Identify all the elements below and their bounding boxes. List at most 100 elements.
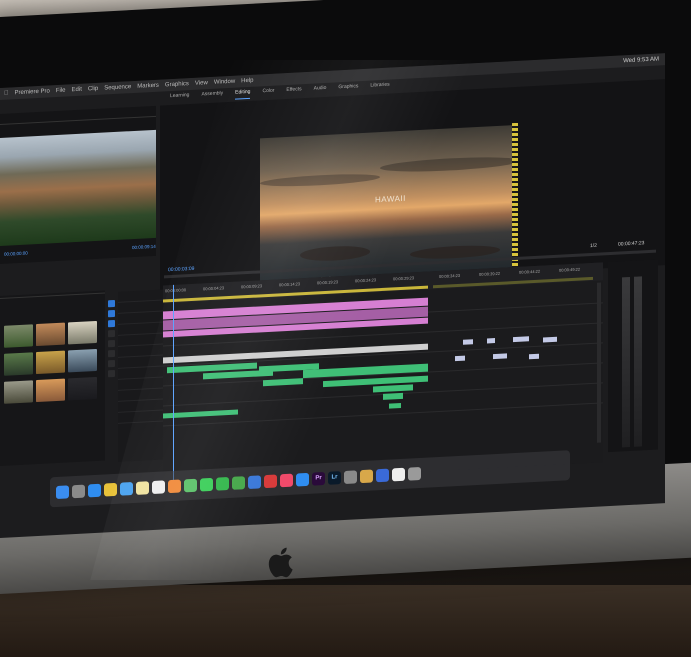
timeline-scrollbar[interactable]	[597, 282, 601, 443]
mail-icon[interactable]	[120, 481, 133, 496]
video-clip[interactable]	[463, 339, 473, 345]
track-select-tool-icon[interactable]	[108, 309, 115, 318]
downloads-icon[interactable]	[376, 468, 389, 482]
clip-thumbnail[interactable]	[68, 348, 97, 373]
video-clip[interactable]	[487, 338, 495, 344]
pen-tool-icon[interactable]	[108, 349, 115, 358]
clip-thumbnail[interactable]	[4, 324, 33, 348]
type-tool-icon[interactable]	[108, 369, 115, 378]
menu-item-help[interactable]: Help	[241, 78, 253, 85]
apple-logo-icon	[268, 547, 293, 578]
folder-icon[interactable]	[360, 468, 373, 483]
photos-icon[interactable]	[168, 479, 181, 493]
clip-thumbnail[interactable]	[36, 350, 65, 375]
menu-item-app[interactable]: Premiere Pro	[15, 88, 50, 96]
system-preferences-icon[interactable]	[344, 469, 357, 484]
work-area-bar-extension	[433, 276, 593, 289]
tab-libraries[interactable]: Libraries	[370, 82, 389, 93]
ruler-tick-label: 00:00:49:22	[559, 266, 581, 273]
ruler-tick-label: 00:00:29:23	[393, 275, 415, 282]
desk	[0, 585, 691, 657]
numbers-icon[interactable]	[232, 475, 245, 490]
menu-item-file[interactable]: File	[56, 88, 66, 95]
ripple-edit-tool-icon[interactable]	[108, 319, 115, 328]
audio-clip[interactable]	[383, 392, 403, 400]
playhead[interactable]	[173, 284, 174, 485]
safari-icon[interactable]	[88, 483, 101, 497]
facetime-icon[interactable]	[216, 476, 229, 491]
maps-icon[interactable]	[184, 478, 197, 492]
clip-thumbnail[interactable]	[4, 352, 33, 376]
tab-audio[interactable]: Audio	[314, 85, 327, 96]
keynote-icon[interactable]	[248, 474, 261, 489]
track-headers	[118, 289, 163, 462]
program-fit-select[interactable]: 1/2	[590, 243, 597, 249]
menu-item-clip[interactable]: Clip	[88, 86, 98, 93]
clip-thumbnail[interactable]	[4, 380, 33, 404]
music-icon[interactable]	[280, 473, 293, 487]
app-store-icon[interactable]	[296, 472, 309, 486]
project-panel-header[interactable]	[0, 290, 105, 299]
trash-icon[interactable]	[408, 466, 421, 481]
menu-item-window[interactable]: Window	[214, 79, 235, 86]
tab-assembly[interactable]: Assembly	[201, 90, 223, 101]
tab-color[interactable]: Color	[262, 88, 274, 99]
audio-meter-left	[622, 276, 630, 448]
lightroom-icon[interactable]: Lr	[328, 470, 341, 485]
video-clip[interactable]	[455, 355, 465, 362]
program-title-overlay: HAWAII	[375, 193, 406, 205]
tab-effects[interactable]: Effects	[286, 86, 301, 97]
project-panel	[0, 290, 105, 466]
source-monitor-header[interactable]	[0, 105, 156, 125]
finder-icon[interactable]	[56, 484, 69, 499]
clip-thumbnail[interactable]	[36, 322, 65, 347]
audio-clip[interactable]	[263, 378, 303, 387]
ruler-tick-label: 00:00:04:23	[203, 285, 225, 292]
clip-thumbnail[interactable]	[68, 320, 97, 345]
no-entry-icon[interactable]	[264, 473, 277, 488]
chrome-icon[interactable]	[104, 482, 117, 497]
menu-item-graphics[interactable]: Graphics	[165, 81, 189, 88]
menu-item-edit[interactable]: Edit	[72, 87, 82, 94]
video-clip[interactable]	[543, 336, 557, 343]
ruler-tick-label: 00:00:44:22	[519, 268, 541, 275]
ruler-tick-label: 00:00:34:23	[439, 272, 461, 279]
tab-graphics[interactable]: Graphics	[338, 83, 358, 94]
selection-tool-icon[interactable]	[108, 299, 115, 308]
file-icon[interactable]	[392, 467, 405, 481]
clip-thumbnail[interactable]	[68, 376, 97, 401]
apple-menu-icon[interactable]: 	[4, 91, 9, 97]
reminders-icon[interactable]	[152, 479, 165, 494]
launchpad-icon[interactable]	[72, 484, 85, 498]
video-clip[interactable]	[493, 353, 507, 360]
audio-clip[interactable]	[389, 402, 401, 409]
film-edge-marker	[512, 122, 518, 276]
source-timecode: 00:00:00:00	[4, 250, 28, 257]
ruler-tick-label: 00:00:19:23	[317, 279, 339, 286]
dock-icon-label: Lr	[331, 474, 338, 481]
tab-editing[interactable]: Editing	[235, 88, 251, 100]
ruler-tick-label: 00:00:09:23	[241, 283, 263, 290]
messages-icon[interactable]	[200, 477, 213, 492]
program-duration: 00:00:47:23	[618, 240, 645, 248]
ruler-tick-label: 00:00:24:23	[355, 277, 377, 284]
notes-icon[interactable]	[136, 480, 149, 495]
program-preview-frame: HAWAII	[260, 124, 516, 287]
hand-tool-icon[interactable]	[108, 359, 115, 368]
razor-tool-icon[interactable]	[108, 329, 115, 338]
menu-item-view[interactable]: View	[195, 80, 208, 87]
premiere-pro-icon[interactable]: Pr	[312, 471, 325, 486]
program-timecode: 00:00:03:09	[168, 265, 195, 274]
slip-tool-icon[interactable]	[108, 339, 115, 348]
ruler-tick-label: 00:00:00:00	[165, 287, 187, 294]
video-clip[interactable]	[513, 336, 529, 343]
audio-clip[interactable]	[163, 409, 238, 419]
audio-clip[interactable]	[373, 384, 413, 393]
clip-thumbnail[interactable]	[36, 378, 65, 403]
video-clip[interactable]	[529, 353, 539, 360]
track-header[interactable]	[118, 410, 163, 424]
menu-item-markers[interactable]: Markers	[137, 83, 159, 90]
menu-item-sequence[interactable]: Sequence	[104, 84, 131, 91]
dock-icon-label: Pr	[315, 475, 322, 482]
tab-learning[interactable]: Learning	[170, 92, 189, 103]
